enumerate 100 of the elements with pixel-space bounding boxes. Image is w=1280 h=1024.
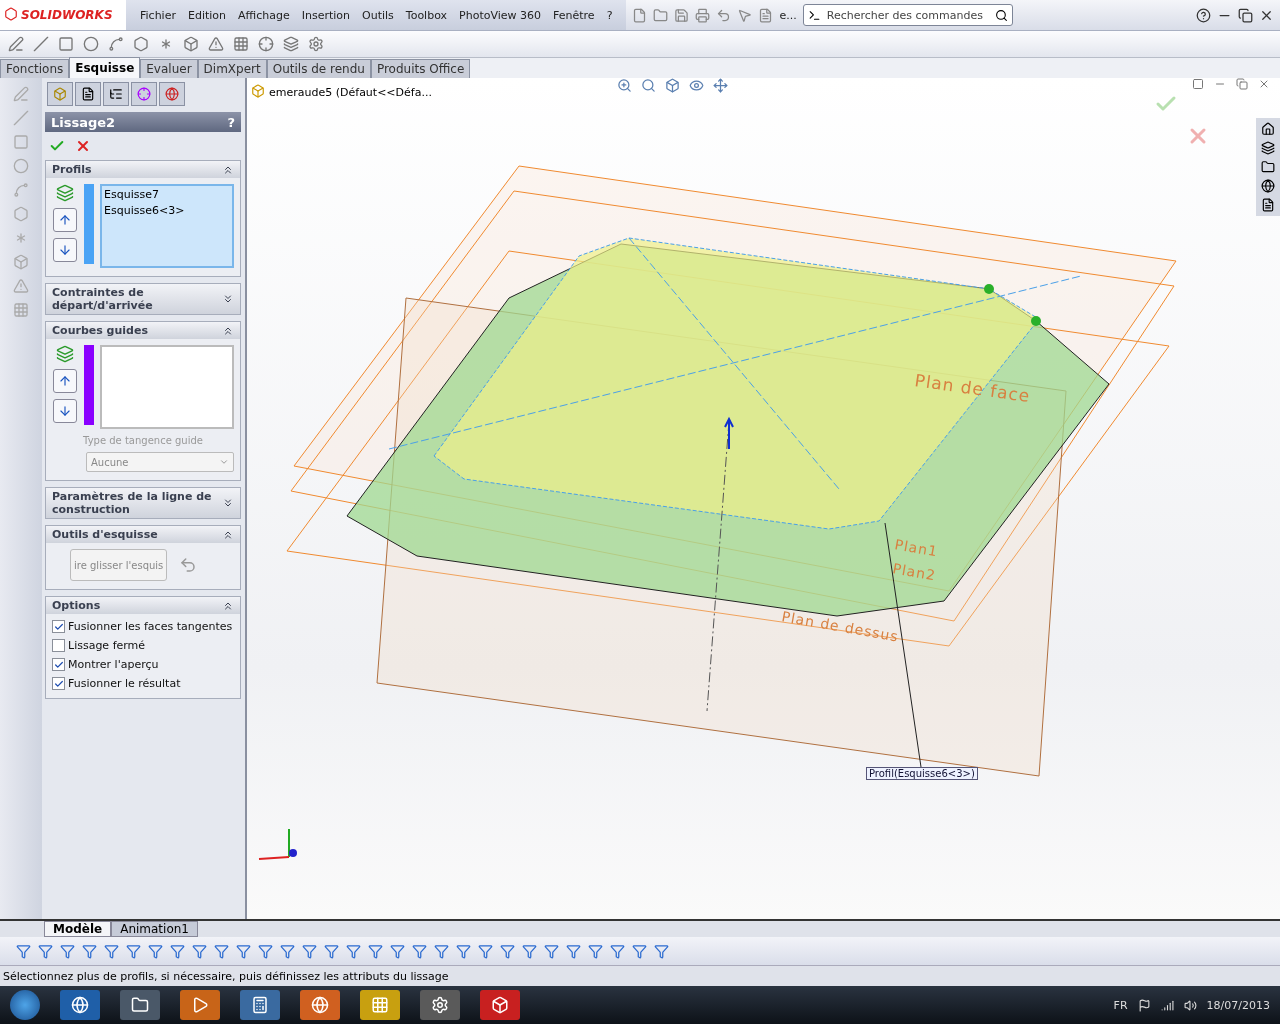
filter-icon[interactable] — [236, 943, 251, 959]
search-icon[interactable] — [994, 8, 1008, 22]
menu-item[interactable]: Outils — [356, 8, 400, 22]
cube-icon[interactable] — [183, 36, 199, 52]
command-tab[interactable]: Fonctions — [0, 59, 70, 78]
chevron-icon[interactable] — [222, 497, 234, 509]
command-tab[interactable]: Outils de rendu — [266, 59, 371, 78]
help-icon[interactable] — [1196, 7, 1211, 23]
warning-icon[interactable] — [208, 36, 224, 52]
filter-icon[interactable] — [390, 943, 405, 959]
part-name[interactable]: emeraude5 (Défaut<<Défa... — [269, 86, 432, 99]
menu-item[interactable]: Fenêtre — [547, 8, 601, 22]
selection-list[interactable]: Esquisse7 Esquisse6<3> — [100, 184, 234, 268]
settings-icon[interactable] — [308, 36, 324, 52]
menu-item[interactable]: PhotoView 360 — [453, 8, 548, 22]
line-icon[interactable] — [33, 36, 49, 52]
filter-icon[interactable] — [16, 943, 31, 959]
command-tab[interactable]: Esquisse — [69, 57, 141, 78]
filter-icon[interactable] — [148, 943, 163, 959]
filter-icon[interactable] — [368, 943, 383, 959]
filter-icon[interactable] — [280, 943, 295, 959]
command-tab[interactable]: Evaluer — [140, 59, 198, 78]
checkbox[interactable] — [52, 620, 65, 633]
appearance-tab[interactable] — [159, 82, 185, 106]
filter-icon[interactable] — [104, 943, 119, 959]
taskbar-button[interactable] — [480, 990, 520, 1020]
select-icon[interactable] — [737, 7, 753, 23]
menu-item[interactable]: ? — [600, 8, 619, 22]
menu-item[interactable]: Edition — [181, 8, 232, 22]
bottom-tab[interactable]: Animation1 — [111, 921, 198, 937]
view-icon[interactable] — [689, 78, 704, 93]
filter-icon[interactable] — [522, 943, 537, 959]
open-folder-icon[interactable] — [653, 7, 669, 23]
filter-icon[interactable] — [126, 943, 141, 959]
filter-icon[interactable] — [434, 943, 449, 959]
document-icon[interactable] — [758, 7, 774, 23]
menu-item[interactable]: Affichage — [232, 8, 296, 22]
cube-icon[interactable] — [665, 78, 680, 93]
property-tab[interactable] — [75, 82, 101, 106]
filter-icon[interactable] — [610, 943, 625, 959]
undo-icon[interactable] — [179, 556, 198, 574]
filter-icon[interactable] — [412, 943, 427, 959]
filter-icon[interactable] — [456, 943, 471, 959]
flag-icon[interactable] — [1137, 998, 1151, 1012]
filter-icon[interactable] — [588, 943, 603, 959]
filter-icon[interactable] — [478, 943, 493, 959]
home-icon[interactable] — [1261, 122, 1275, 136]
filter-icon[interactable] — [324, 943, 339, 959]
filter-icon[interactable] — [258, 943, 273, 959]
checkbox[interactable] — [52, 677, 65, 690]
sketch-icon[interactable] — [8, 36, 24, 52]
bottom-tab[interactable]: Modèle — [44, 921, 112, 937]
filter-icon[interactable] — [38, 943, 53, 959]
signal-icon[interactable] — [1160, 998, 1174, 1012]
print-icon[interactable] — [695, 7, 711, 23]
filter-icon[interactable] — [566, 943, 581, 959]
filter-icon[interactable] — [544, 943, 559, 959]
terminal-icon[interactable] — [807, 8, 821, 22]
filter-icon[interactable] — [632, 943, 647, 959]
cancel-icon[interactable] — [75, 138, 91, 154]
command-tab[interactable]: Produits Office — [370, 59, 471, 78]
move-up-button[interactable] — [53, 369, 77, 393]
checkbox[interactable] — [52, 658, 65, 671]
list-item[interactable]: Esquisse7 — [104, 188, 230, 201]
taskbar-button[interactable] — [60, 990, 100, 1020]
taskbar-button[interactable] — [240, 990, 280, 1020]
filter-icon[interactable] — [214, 943, 229, 959]
move-icon[interactable] — [713, 78, 728, 93]
save-icon[interactable] — [674, 7, 690, 23]
zoom-icon[interactable] — [617, 78, 632, 93]
toolbar-overflow[interactable]: e... — [779, 8, 797, 22]
tile-icon[interactable] — [1192, 78, 1204, 90]
move-up-button[interactable] — [53, 208, 77, 232]
move-down-button[interactable] — [53, 399, 77, 423]
filter-icon[interactable] — [346, 943, 361, 959]
spline-icon[interactable] — [108, 36, 124, 52]
help-button[interactable]: ? — [227, 114, 235, 130]
filter-icon[interactable] — [170, 943, 185, 959]
polygon-icon[interactable] — [133, 36, 149, 52]
move-down-button[interactable] — [53, 238, 77, 262]
list-item[interactable]: Esquisse6<3> — [104, 204, 230, 217]
filter-icon[interactable] — [654, 943, 669, 959]
start-button[interactable] — [10, 990, 40, 1020]
config-tab[interactable] — [103, 82, 129, 106]
folder-icon[interactable] — [1261, 160, 1275, 174]
grid-icon[interactable] — [233, 36, 249, 52]
filter-icon[interactable] — [192, 943, 207, 959]
new-file-icon[interactable] — [632, 7, 648, 23]
circle-icon[interactable] — [83, 36, 99, 52]
layers-icon[interactable] — [283, 36, 299, 52]
language-indicator[interactable]: FR — [1113, 998, 1128, 1012]
rectangle-icon[interactable] — [58, 36, 74, 52]
taskbar-button[interactable] — [120, 990, 160, 1020]
taskbar-button[interactable] — [300, 990, 340, 1020]
taskbar-button[interactable] — [420, 990, 460, 1020]
command-tab[interactable]: DimXpert — [197, 59, 267, 78]
zoom-area-icon[interactable] — [641, 78, 656, 93]
undo-icon[interactable] — [716, 7, 732, 23]
menu-item[interactable]: Insertion — [295, 8, 356, 22]
filter-icon[interactable] — [82, 943, 97, 959]
